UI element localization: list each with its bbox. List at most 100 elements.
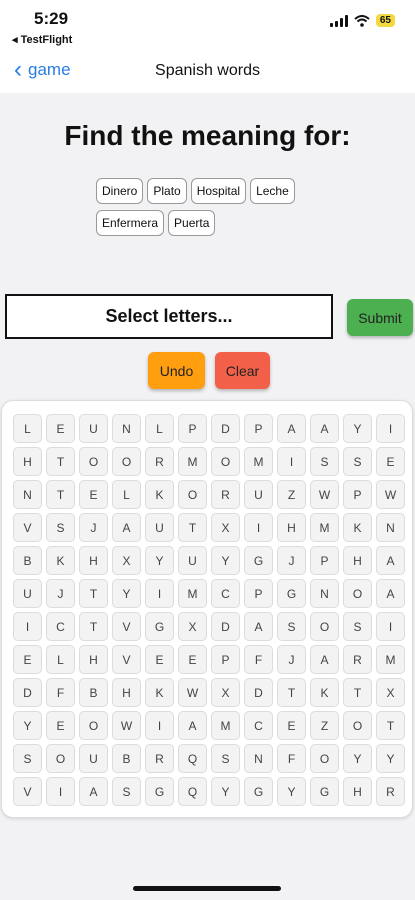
letter-cell[interactable]: K [145,678,174,707]
letter-cell[interactable]: V [112,612,141,641]
letter-cell[interactable]: P [343,480,372,509]
letter-cell[interactable]: S [310,447,339,476]
letter-cell[interactable]: G [244,546,273,575]
letter-cell[interactable]: R [145,744,174,773]
letter-cell[interactable]: L [13,414,42,443]
letter-cell[interactable]: R [211,480,240,509]
letter-cell[interactable]: E [277,711,306,740]
letter-cell[interactable]: S [343,612,372,641]
letter-cell[interactable]: T [178,513,207,542]
letter-cell[interactable]: C [46,612,75,641]
letter-cell[interactable]: T [79,579,108,608]
letter-cell[interactable]: U [79,414,108,443]
letter-cell[interactable]: P [211,645,240,674]
letter-cell[interactable]: X [211,678,240,707]
letter-cell[interactable]: M [244,447,273,476]
letter-cell[interactable]: A [310,414,339,443]
letter-cell[interactable]: A [376,546,405,575]
letter-cell[interactable]: D [211,414,240,443]
letter-cell[interactable]: Y [211,777,240,806]
letter-cell[interactable]: I [13,612,42,641]
letter-cell[interactable]: L [46,645,75,674]
letter-cell[interactable]: P [178,414,207,443]
letter-cell[interactable]: R [145,447,174,476]
letter-cell[interactable]: U [79,744,108,773]
letter-cell[interactable]: R [343,645,372,674]
letter-cell[interactable]: Y [211,546,240,575]
letter-cell[interactable]: H [79,546,108,575]
letter-cell[interactable]: F [244,645,273,674]
letter-cell[interactable]: Y [343,414,372,443]
letter-cell[interactable]: H [277,513,306,542]
letter-cell[interactable]: J [46,579,75,608]
testflight-back-link[interactable]: ◂ TestFlight [12,33,72,46]
letter-cell[interactable]: U [145,513,174,542]
letter-cell[interactable]: I [46,777,75,806]
letter-cell[interactable]: T [46,447,75,476]
letter-cell[interactable]: O [178,480,207,509]
letter-cell[interactable]: W [376,480,405,509]
letter-cell[interactable]: K [145,480,174,509]
letter-cell[interactable]: N [376,513,405,542]
letter-cell[interactable]: G [145,777,174,806]
letter-cell[interactable]: H [343,546,372,575]
letter-cell[interactable]: W [178,678,207,707]
letter-cell[interactable]: I [145,711,174,740]
letter-cell[interactable]: Y [112,579,141,608]
letter-cell[interactable]: A [277,414,306,443]
submit-button[interactable]: Submit [347,299,413,336]
letter-cell[interactable]: H [79,645,108,674]
letter-cell[interactable]: B [79,678,108,707]
letter-cell[interactable]: Z [310,711,339,740]
letter-cell[interactable]: L [112,480,141,509]
letter-cell[interactable]: J [79,513,108,542]
letter-cell[interactable]: A [112,513,141,542]
letter-cell[interactable]: I [376,612,405,641]
letter-cell[interactable]: K [46,546,75,575]
letter-cell[interactable]: X [376,678,405,707]
letter-cell[interactable]: R [376,777,405,806]
letter-cell[interactable]: P [244,414,273,443]
letter-cell[interactable]: X [178,612,207,641]
letter-cell[interactable]: C [211,579,240,608]
letter-cell[interactable]: E [79,480,108,509]
letter-cell[interactable]: M [211,711,240,740]
letter-cell[interactable]: P [244,579,273,608]
letter-cell[interactable]: G [310,777,339,806]
letter-cell[interactable]: B [13,546,42,575]
letter-cell[interactable]: U [178,546,207,575]
letter-cell[interactable]: H [13,447,42,476]
letter-cell[interactable]: D [244,678,273,707]
letter-cell[interactable]: M [178,447,207,476]
letter-cell[interactable]: K [343,513,372,542]
letter-cell[interactable]: I [277,447,306,476]
letter-cell[interactable]: E [145,645,174,674]
letter-cell[interactable]: W [112,711,141,740]
letter-cell[interactable]: L [145,414,174,443]
letter-cell[interactable]: E [46,414,75,443]
letter-cell[interactable]: G [244,777,273,806]
letter-cell[interactable]: P [310,546,339,575]
letter-cell[interactable]: D [13,678,42,707]
letter-cell[interactable]: O [343,579,372,608]
letter-cell[interactable]: D [211,612,240,641]
letter-cell[interactable]: I [244,513,273,542]
letter-cell[interactable]: A [178,711,207,740]
letter-cell[interactable]: T [46,480,75,509]
letter-cell[interactable]: Q [178,744,207,773]
clear-button[interactable]: Clear [215,352,270,389]
letter-cell[interactable]: O [343,711,372,740]
letter-cell[interactable]: W [310,480,339,509]
letter-cell[interactable]: M [178,579,207,608]
letter-cell[interactable]: A [376,579,405,608]
letter-cell[interactable]: I [145,579,174,608]
letter-cell[interactable]: E [376,447,405,476]
letter-cell[interactable]: O [310,744,339,773]
letter-cell[interactable]: K [310,678,339,707]
letter-cell[interactable]: M [376,645,405,674]
letter-cell[interactable]: T [79,612,108,641]
letter-cell[interactable]: T [277,678,306,707]
letter-cell[interactable]: Z [277,480,306,509]
letter-cell[interactable]: A [244,612,273,641]
letter-cell[interactable]: E [13,645,42,674]
